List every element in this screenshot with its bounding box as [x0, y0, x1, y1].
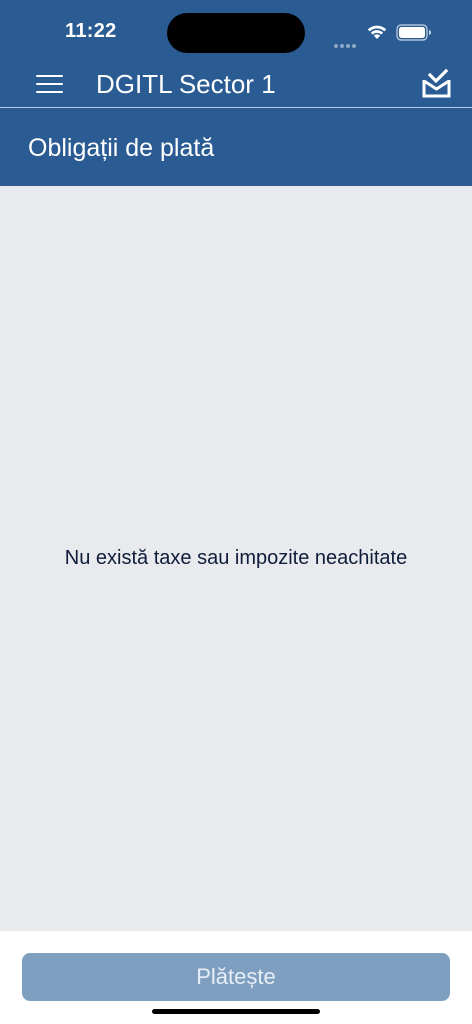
bottom-bar: Plătește [0, 931, 472, 1024]
battery-icon [396, 24, 431, 41]
top-bar: 11:22 DGITL Sector 1 Obligații de plată [0, 0, 472, 186]
wifi-icon [367, 25, 387, 39]
inbox-check-icon[interactable] [421, 68, 453, 100]
home-indicator [152, 1009, 320, 1014]
page-title: Obligații de plată [28, 134, 215, 162]
header-divider [0, 107, 472, 108]
pay-button[interactable]: Plătește [22, 953, 450, 1001]
navigation-bar: DGITL Sector 1 [0, 62, 472, 107]
status-time: 11:22 [65, 20, 117, 42]
main-content: Nu există taxe sau impozite neachitate [0, 186, 472, 931]
menu-icon[interactable] [36, 75, 63, 95]
status-bar: 11:22 [0, 0, 472, 62]
empty-state-message: Nu există taxe sau impozite neachitate [64, 547, 408, 569]
cellular-signal-icon [334, 35, 360, 48]
app-title: DGITL Sector 1 [96, 69, 276, 99]
dynamic-island [167, 13, 305, 53]
